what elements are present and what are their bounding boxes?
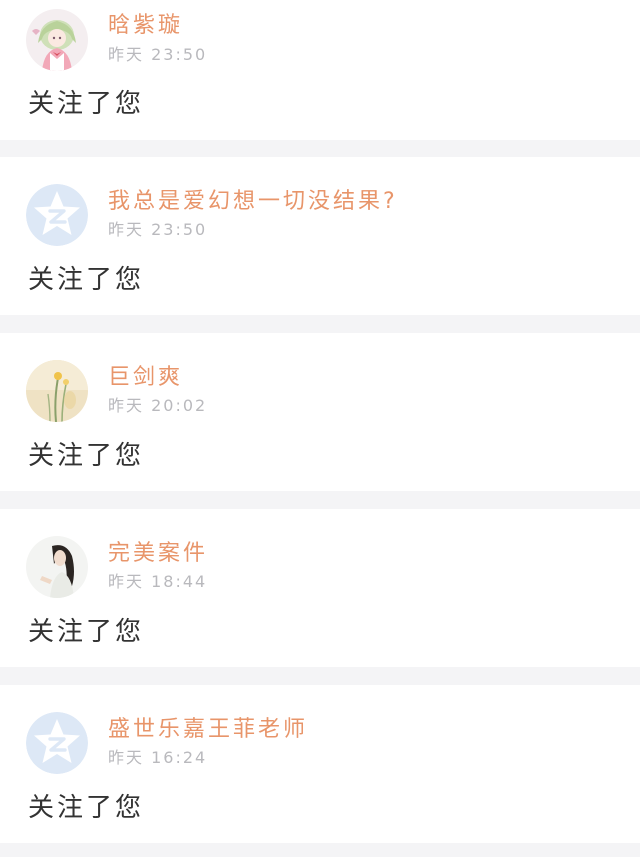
- timestamp: 昨天 18:44: [108, 572, 208, 591]
- default-qzone-avatar-icon: [26, 712, 88, 774]
- username[interactable]: 巨剑爽: [108, 364, 183, 392]
- flower-vase-avatar-icon: [26, 360, 88, 422]
- avatar-flower-vase[interactable]: [26, 360, 88, 422]
- username[interactable]: 完美案件: [108, 540, 208, 568]
- notification-card[interactable]: 盛世乐嘉王菲老师 昨天 16:24 关注了您: [0, 685, 640, 843]
- username[interactable]: 盛世乐嘉王菲老师: [108, 716, 308, 744]
- username[interactable]: 晗紫璇: [108, 12, 183, 40]
- default-qzone-avatar-icon: [26, 184, 88, 246]
- timestamp: 昨天 23:50: [108, 220, 208, 239]
- notification-card[interactable]: 晗紫璇 昨天 23:50 关注了您: [0, 0, 640, 140]
- timestamp: 昨天 16:24: [108, 748, 208, 767]
- action-text: 关注了您: [28, 265, 145, 295]
- timestamp: 昨天 23:50: [108, 45, 208, 64]
- anime-girl-avatar-icon: [26, 9, 88, 71]
- action-text: 关注了您: [28, 793, 145, 823]
- action-text: 关注了您: [28, 617, 145, 647]
- action-text: 关注了您: [28, 441, 145, 471]
- notification-card[interactable]: 完美案件 昨天 18:44 关注了您: [0, 509, 640, 667]
- dark-hair-girl-avatar-icon: [26, 536, 88, 598]
- notification-card[interactable]: 巨剑爽 昨天 20:02 关注了您: [0, 333, 640, 491]
- avatar-default[interactable]: [26, 184, 88, 246]
- action-text: 关注了您: [28, 89, 145, 119]
- username[interactable]: 我总是爱幻想一切没结果?: [108, 188, 398, 216]
- avatar-default[interactable]: [26, 712, 88, 774]
- avatar-dark-hair-girl[interactable]: [26, 536, 88, 598]
- avatar-anime-girl[interactable]: [26, 9, 88, 71]
- notification-card[interactable]: 我总是爱幻想一切没结果? 昨天 23:50 关注了您: [0, 157, 640, 315]
- notification-feed: 晗紫璇 昨天 23:50 关注了您 我总是爱幻想一切没结果? 昨天 23:50 …: [0, 0, 640, 857]
- timestamp: 昨天 20:02: [108, 396, 208, 415]
